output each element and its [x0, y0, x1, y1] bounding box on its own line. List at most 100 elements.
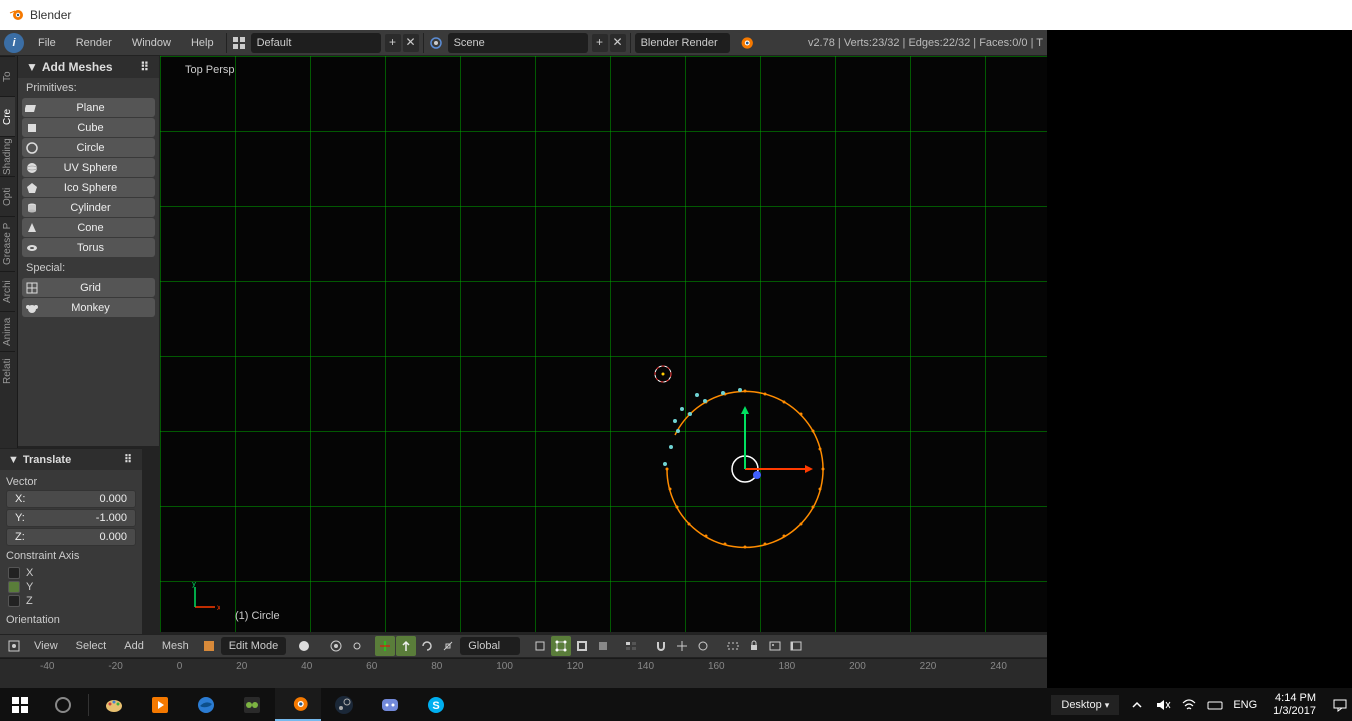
3d-viewport[interactable]: Top Persp (1) Circle x y [160, 56, 1047, 632]
start-button[interactable] [0, 688, 40, 721]
vector-z-field[interactable]: Z:0.000 [6, 528, 136, 546]
layout-selector-label: Default [257, 37, 292, 49]
layers-icon[interactable] [621, 636, 641, 656]
render-engine-selector[interactable]: Blender Render [635, 33, 730, 53]
layout-selector[interactable]: Default [251, 33, 381, 53]
vtab-anima[interactable]: Anima [0, 311, 15, 351]
limit-select-icon[interactable] [530, 636, 550, 656]
y-label: Y: [15, 512, 25, 524]
titlebar: Blender [0, 0, 1352, 30]
action-center-icon[interactable] [1332, 697, 1348, 713]
pivot-icon[interactable] [326, 636, 346, 656]
render-border-icon[interactable] [723, 636, 743, 656]
desktop-switcher[interactable]: Desktop ▾ [1051, 695, 1119, 715]
camera-lock-icon[interactable] [744, 636, 764, 656]
add-uvsphere-label: UV Sphere [46, 162, 155, 174]
shading-icon[interactable] [294, 636, 314, 656]
z-value: 0.000 [99, 531, 127, 543]
cortana-icon[interactable] [40, 688, 86, 721]
add-meshes-panel: ▼Add Meshes⠿ Primitives: Plane Cube Circ… [18, 56, 160, 446]
add-uvsphere-button[interactable]: UV Sphere [22, 158, 155, 177]
language-indicator[interactable]: ENG [1233, 699, 1257, 711]
vtab-relati[interactable]: Relati [0, 351, 15, 391]
menu-window[interactable]: Window [122, 31, 181, 55]
wifi-icon[interactable] [1181, 697, 1197, 713]
clock[interactable]: 4:14 PM 1/3/2017 [1267, 692, 1322, 718]
scene-selector[interactable]: Scene [448, 33, 588, 53]
mode-selector[interactable]: Edit Mode [221, 637, 287, 655]
menu-file[interactable]: File [28, 31, 66, 55]
operator-header[interactable]: ▼Translate⠿ [0, 449, 142, 470]
y-value: -1.000 [96, 512, 127, 524]
vp-menu-select[interactable]: Select [68, 635, 115, 657]
rotate-manipulator[interactable] [417, 636, 437, 656]
close-icon[interactable]: ✕ [403, 34, 419, 52]
taskbar-steam[interactable] [321, 688, 367, 721]
plus-icon[interactable]: + [592, 34, 608, 52]
vtab-archi[interactable]: Archi [0, 271, 15, 311]
blender-logo-icon [8, 7, 24, 23]
taskbar-paint[interactable] [91, 688, 137, 721]
x-value: 0.000 [99, 493, 127, 505]
vp-menu-view[interactable]: View [26, 635, 66, 657]
taskbar-media[interactable] [137, 688, 183, 721]
add-icosphere-label: Ico Sphere [46, 182, 155, 194]
vp-menu-add[interactable]: Add [116, 635, 152, 657]
editor-type-icon[interactable] [4, 636, 24, 656]
add-torus-button[interactable]: Torus [22, 238, 155, 257]
pivot-only-icon[interactable] [347, 636, 367, 656]
scene-icon[interactable] [426, 33, 446, 53]
cx-label: X [26, 567, 33, 579]
translate-manipulator[interactable] [396, 636, 416, 656]
add-cone-button[interactable]: Cone [22, 218, 155, 237]
add-icosphere-button[interactable]: Ico Sphere [22, 178, 155, 197]
vtab-to[interactable]: To [0, 56, 15, 96]
timeline[interactable]: -40 -20 0 20 40 60 80 100 120 140 160 18… [0, 658, 1047, 688]
vertex-select-icon[interactable] [551, 636, 571, 656]
vtab-create[interactable]: Cre [0, 96, 15, 136]
manipulator-toggle[interactable] [375, 636, 395, 656]
keyboard-icon[interactable] [1207, 697, 1223, 713]
face-select-icon[interactable] [593, 636, 613, 656]
add-grid-button[interactable]: Grid [22, 278, 155, 297]
vtab-grease-pencil[interactable]: Grease P [0, 216, 15, 271]
add-circle-button[interactable]: Circle [22, 138, 155, 157]
render-image-icon[interactable] [765, 636, 785, 656]
snap-toggle[interactable] [651, 636, 671, 656]
taskbar-app-green[interactable] [229, 688, 275, 721]
add-cube-button[interactable]: Cube [22, 118, 155, 137]
vector-x-field[interactable]: X:0.000 [6, 490, 136, 508]
close-icon[interactable]: ✕ [610, 34, 626, 52]
add-grid-label: Grid [46, 282, 155, 294]
add-monkey-button[interactable]: Monkey [22, 298, 155, 317]
vtab-shading[interactable]: Shading [0, 136, 15, 176]
constraint-x-checkbox[interactable]: X [0, 566, 142, 580]
layout-grid-icon[interactable] [229, 33, 249, 53]
vtab-options[interactable]: Opti [0, 176, 15, 216]
menu-help[interactable]: Help [181, 31, 224, 55]
constraint-z-checkbox[interactable]: Z [0, 594, 142, 608]
info-icon[interactable]: i [4, 33, 24, 53]
plus-icon[interactable]: + [385, 34, 401, 52]
constraint-y-checkbox[interactable]: Y [0, 580, 142, 594]
taskbar-blender[interactable] [275, 688, 321, 721]
taskbar-discord[interactable] [367, 688, 413, 721]
snap-element-icon[interactable] [672, 636, 692, 656]
render-anim-icon[interactable] [786, 636, 806, 656]
add-plane-button[interactable]: Plane [22, 98, 155, 117]
orientation-selector[interactable]: Global [460, 637, 520, 655]
scale-manipulator[interactable] [438, 636, 458, 656]
snap-target-icon[interactable] [693, 636, 713, 656]
add-cylinder-button[interactable]: Cylinder [22, 198, 155, 217]
volume-muted-icon[interactable] [1155, 697, 1171, 713]
vector-y-field[interactable]: Y: -1.000 [6, 509, 136, 527]
menu-render[interactable]: Render [66, 31, 122, 55]
taskbar-edge[interactable] [183, 688, 229, 721]
tray-up-icon[interactable] [1129, 697, 1145, 713]
edge-select-icon[interactable] [572, 636, 592, 656]
panel-header[interactable]: ▼Add Meshes⠿ [18, 56, 159, 78]
panel-header-label: Add Meshes [42, 60, 113, 74]
taskbar-skype[interactable]: S [413, 688, 459, 721]
scene-plusclose: +✕ [592, 34, 628, 52]
vp-menu-mesh[interactable]: Mesh [154, 635, 197, 657]
